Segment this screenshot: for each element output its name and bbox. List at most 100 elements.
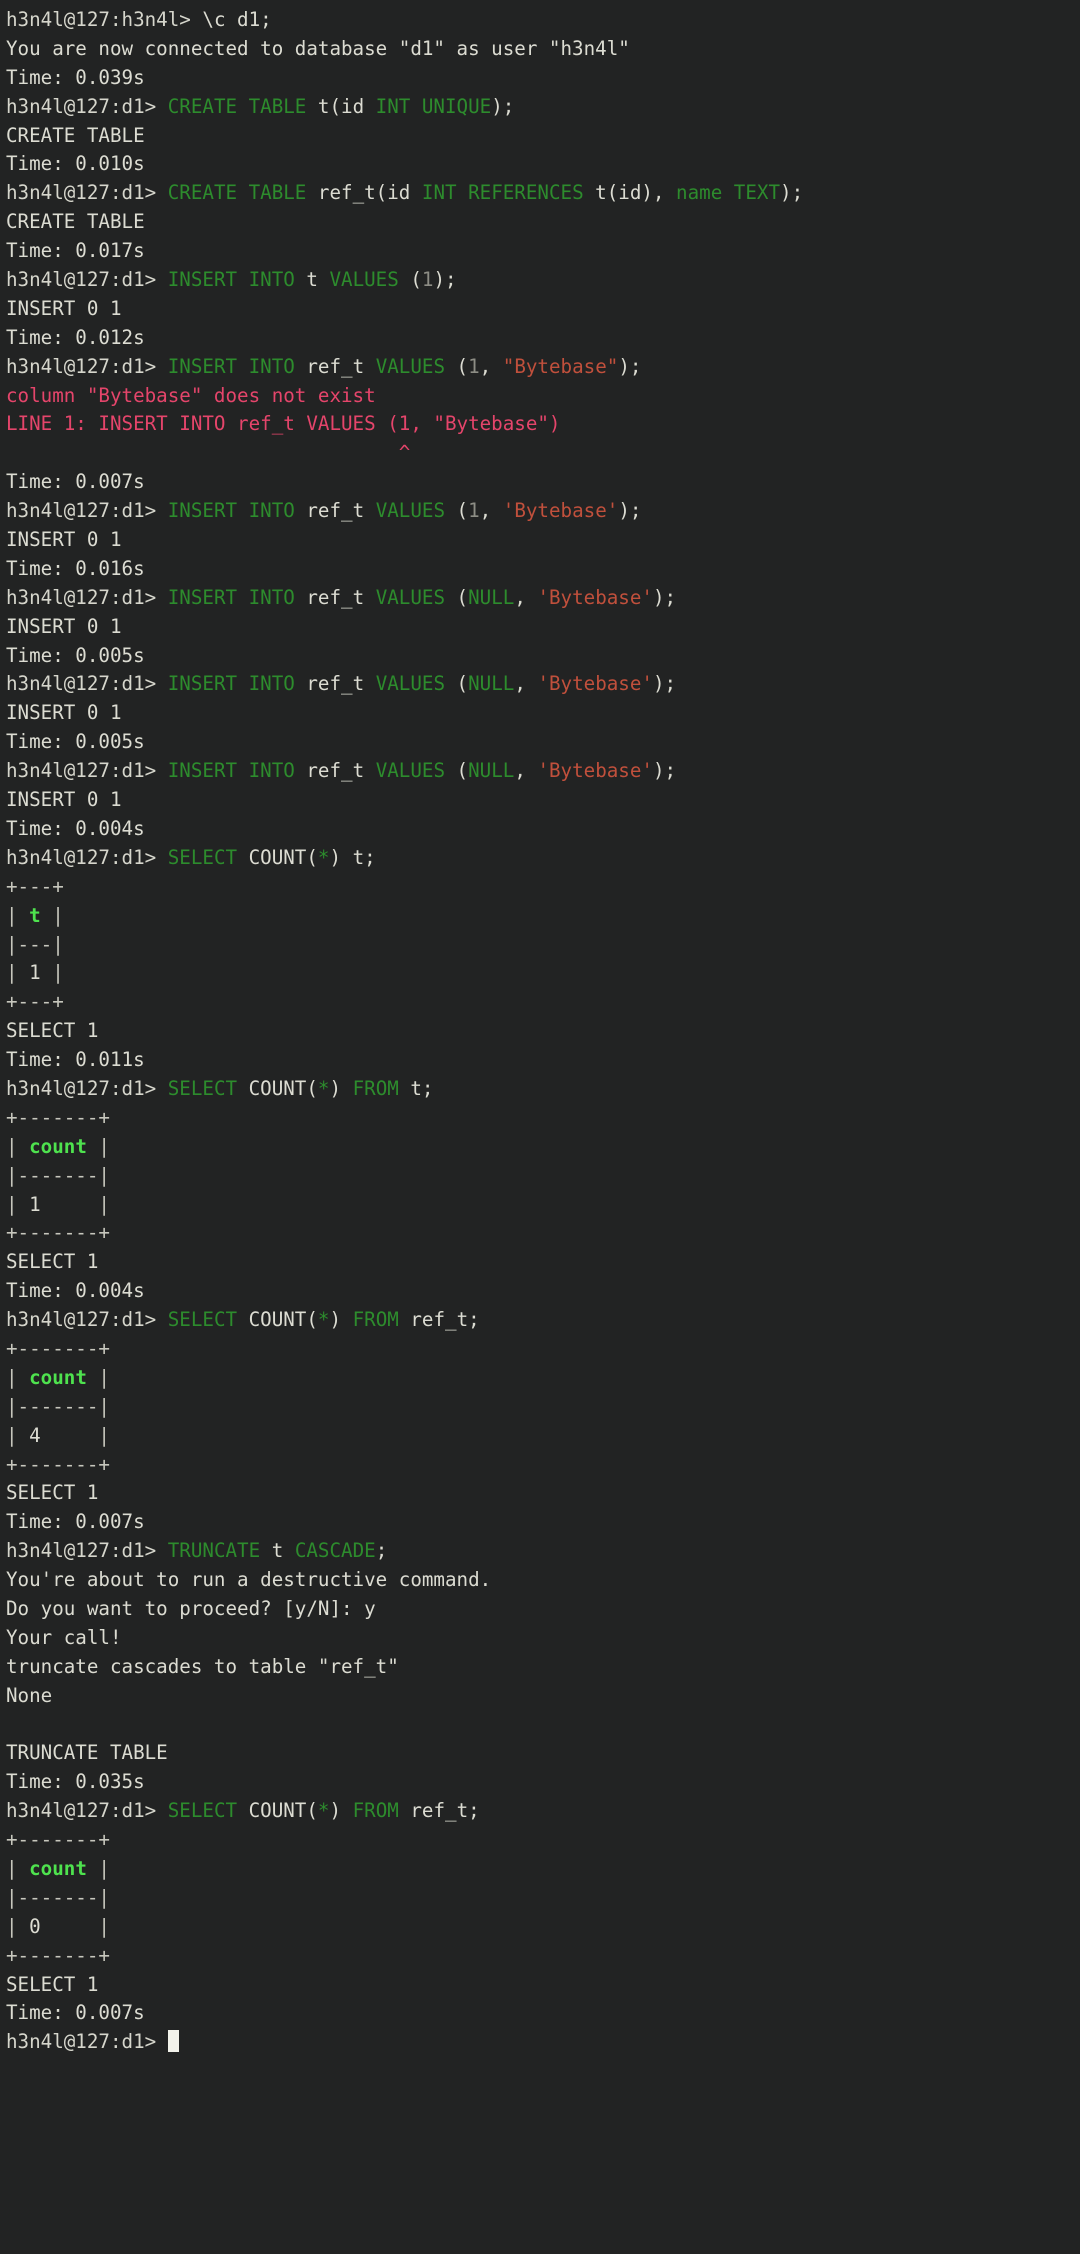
terminal-window[interactable]: h3n4l@127:h3n4l> \c d1; You are now conne… <box>0 0 1080 2254</box>
terminal-line: | count | <box>6 1364 1080 1393</box>
terminal-line: | count | <box>6 1855 1080 1884</box>
terminal-line: | 1 | <box>6 959 1080 988</box>
terminal-line: INSERT 0 1 <box>6 526 1080 555</box>
terminal-text-kw: * <box>317 1799 330 1823</box>
terminal-text-prompt: h3n4l@127:d1> <box>6 354 168 378</box>
terminal-text-plain: INSERT 0 1 <box>6 296 122 320</box>
terminal-text-str: 'Bytebase' <box>502 499 619 523</box>
terminal-text-err: LINE 1: INSERT INTO ref_t VALUES (1, "By… <box>6 412 561 436</box>
terminal-text-rule: | <box>86 1365 110 1389</box>
terminal-text-plain: ); <box>652 672 677 696</box>
terminal-line: Time: 0.004s <box>6 1277 1080 1306</box>
terminal-text-plain: t(id), <box>583 181 677 205</box>
terminal-text-plain: 1 <box>29 961 41 985</box>
terminal-text-kw: NULL <box>468 672 515 696</box>
terminal-line: Time: 0.004s <box>6 815 1080 844</box>
terminal-line: h3n4l@127:d1> CREATE TABLE ref_t(id INT … <box>6 179 1080 208</box>
terminal-text-kw: VALUES <box>375 354 445 378</box>
terminal-text-kw: SELECT <box>167 1799 238 1823</box>
terminal-text-rule: | <box>6 1857 30 1880</box>
terminal-text-rule: | <box>40 903 64 927</box>
terminal-text-plain: ) <box>329 1076 353 1100</box>
terminal-text-plain: ); <box>780 181 804 205</box>
terminal-text-str: 'Bytebase' <box>537 585 653 609</box>
terminal-text-hdr: count <box>29 1134 87 1158</box>
terminal-line: | 1 | <box>6 1191 1080 1220</box>
terminal-text-plain: INSERT 0 1 <box>6 614 122 638</box>
terminal-text-kw: VALUES <box>375 585 445 609</box>
terminal-text-plain: t(id <box>306 94 376 118</box>
terminal-text-plain: SELECT 1 <box>6 1481 99 1505</box>
terminal-text-prompt: h3n4l@127:d1> <box>6 1539 168 1563</box>
terminal-text-prompt: h3n4l@127:d1> <box>6 94 168 118</box>
terminal-text-plain: ref_t <box>294 759 376 783</box>
terminal-text-kw: FROM <box>352 1308 399 1332</box>
terminal-text-plain: Time: 0.004s <box>6 1279 145 1303</box>
terminal-line: h3n4l@127:d1> INSERT INTO ref_t VALUES (… <box>6 670 1080 699</box>
terminal-text-kw: NULL <box>468 759 515 783</box>
terminal-text-err: ^ <box>6 441 411 465</box>
terminal-text-kw: CREATE TABLE <box>167 181 307 205</box>
terminal-line: h3n4l@127:d1> <box>6 2028 1080 2057</box>
terminal-line: h3n4l@127:d1> SELECT COUNT(*) FROM t; <box>6 1075 1080 1104</box>
terminal-text-rule: | <box>40 1192 110 1216</box>
terminal-text-plain: Your call! <box>6 1625 122 1649</box>
terminal-text-rule: | <box>6 1365 30 1389</box>
terminal-text-prompt: h3n4l@127:d1> <box>6 1799 168 1823</box>
terminal-text-prompt: h3n4l@127:d1> <box>6 1076 168 1100</box>
block-cursor[interactable] <box>167 2030 180 2053</box>
terminal-line: h3n4l@127:d1> SELECT COUNT(*) t; <box>6 844 1080 873</box>
terminal-text-plain: None <box>6 1683 53 1707</box>
terminal-line: h3n4l@127:h3n4l> \c d1; <box>6 6 1080 35</box>
terminal-text-kw: * <box>317 845 330 869</box>
terminal-text-plain: ref_t; <box>398 1308 480 1332</box>
terminal-text-plain: ref_t(id <box>306 181 422 205</box>
terminal-text-kw: SELECT <box>167 845 238 869</box>
terminal-text-plain: ) <box>329 1308 353 1332</box>
terminal-text-plain: Time: 0.005s <box>6 730 145 754</box>
terminal-text-num: 1 <box>468 499 480 523</box>
terminal-text-plain: t <box>294 268 330 292</box>
terminal-text-plain: Time: 0.007s <box>6 1510 145 1534</box>
terminal-line: | 4 | <box>6 1422 1080 1451</box>
terminal-text-plain: ( <box>445 499 469 523</box>
terminal-line: Your call! <box>6 1624 1080 1653</box>
terminal-text-plain: SELECT 1 <box>6 1019 99 1043</box>
terminal-text-rule: |---| <box>6 932 64 956</box>
terminal-text-kw: INT REFERENCES <box>421 181 584 205</box>
terminal-text-plain: CREATE TABLE <box>6 123 145 147</box>
terminal-text-rule: +-------+ <box>6 1105 110 1129</box>
terminal-text-rule: +-------+ <box>6 1828 110 1852</box>
terminal-text-plain: truncate cascades to table "ref_t" <box>6 1654 399 1678</box>
terminal-text-kw: * <box>317 1076 330 1100</box>
terminal-line: Time: 0.005s <box>6 642 1080 671</box>
terminal-line: Do you want to proceed? [y/N]: y <box>6 1595 1080 1624</box>
terminal-text-plain: t; <box>398 1076 434 1100</box>
terminal-text-plain: Time: 0.007s <box>6 470 145 494</box>
terminal-text-plain: ); <box>433 268 457 292</box>
terminal-line: SELECT 1 <box>6 1971 1080 2000</box>
terminal-line: Time: 0.007s <box>6 1508 1080 1537</box>
terminal-text-rule: | <box>6 1134 30 1158</box>
terminal-line: Time: 0.011s <box>6 1046 1080 1075</box>
terminal-text-plain: , <box>479 499 503 523</box>
terminal-text-prompt: h3n4l@127:d1> <box>6 2030 168 2054</box>
terminal-text-prompt: h3n4l@127:d1> <box>6 499 168 523</box>
terminal-text-plain: Time: 0.007s <box>6 2001 145 2025</box>
terminal-text-prompt: h3n4l@127:d1> <box>6 759 168 783</box>
terminal-line: +-------+ <box>6 1335 1080 1364</box>
terminal-line: Time: 0.010s <box>6 150 1080 179</box>
terminal-line: h3n4l@127:d1> INSERT INTO ref_t VALUES (… <box>6 353 1080 382</box>
terminal-text-kw: NULL <box>468 585 515 609</box>
terminal-line: Time: 0.007s <box>6 1999 1080 2028</box>
terminal-text-err: column "Bytebase" does not exist <box>6 383 376 407</box>
terminal-text-kw: INSERT INTO <box>167 354 295 378</box>
terminal-line: Time: 0.039s <box>6 64 1080 93</box>
terminal-line: +-------+ <box>6 1219 1080 1248</box>
terminal-text-kw: INSERT INTO <box>167 672 295 696</box>
terminal-text-rule: | <box>6 1192 30 1216</box>
terminal-text-rule: +---+ <box>6 990 64 1014</box>
terminal-text-rule: +-------+ <box>6 1452 110 1476</box>
terminal-text-plain: ( <box>445 759 469 783</box>
terminal-text-plain: COUNT( <box>237 1076 318 1100</box>
